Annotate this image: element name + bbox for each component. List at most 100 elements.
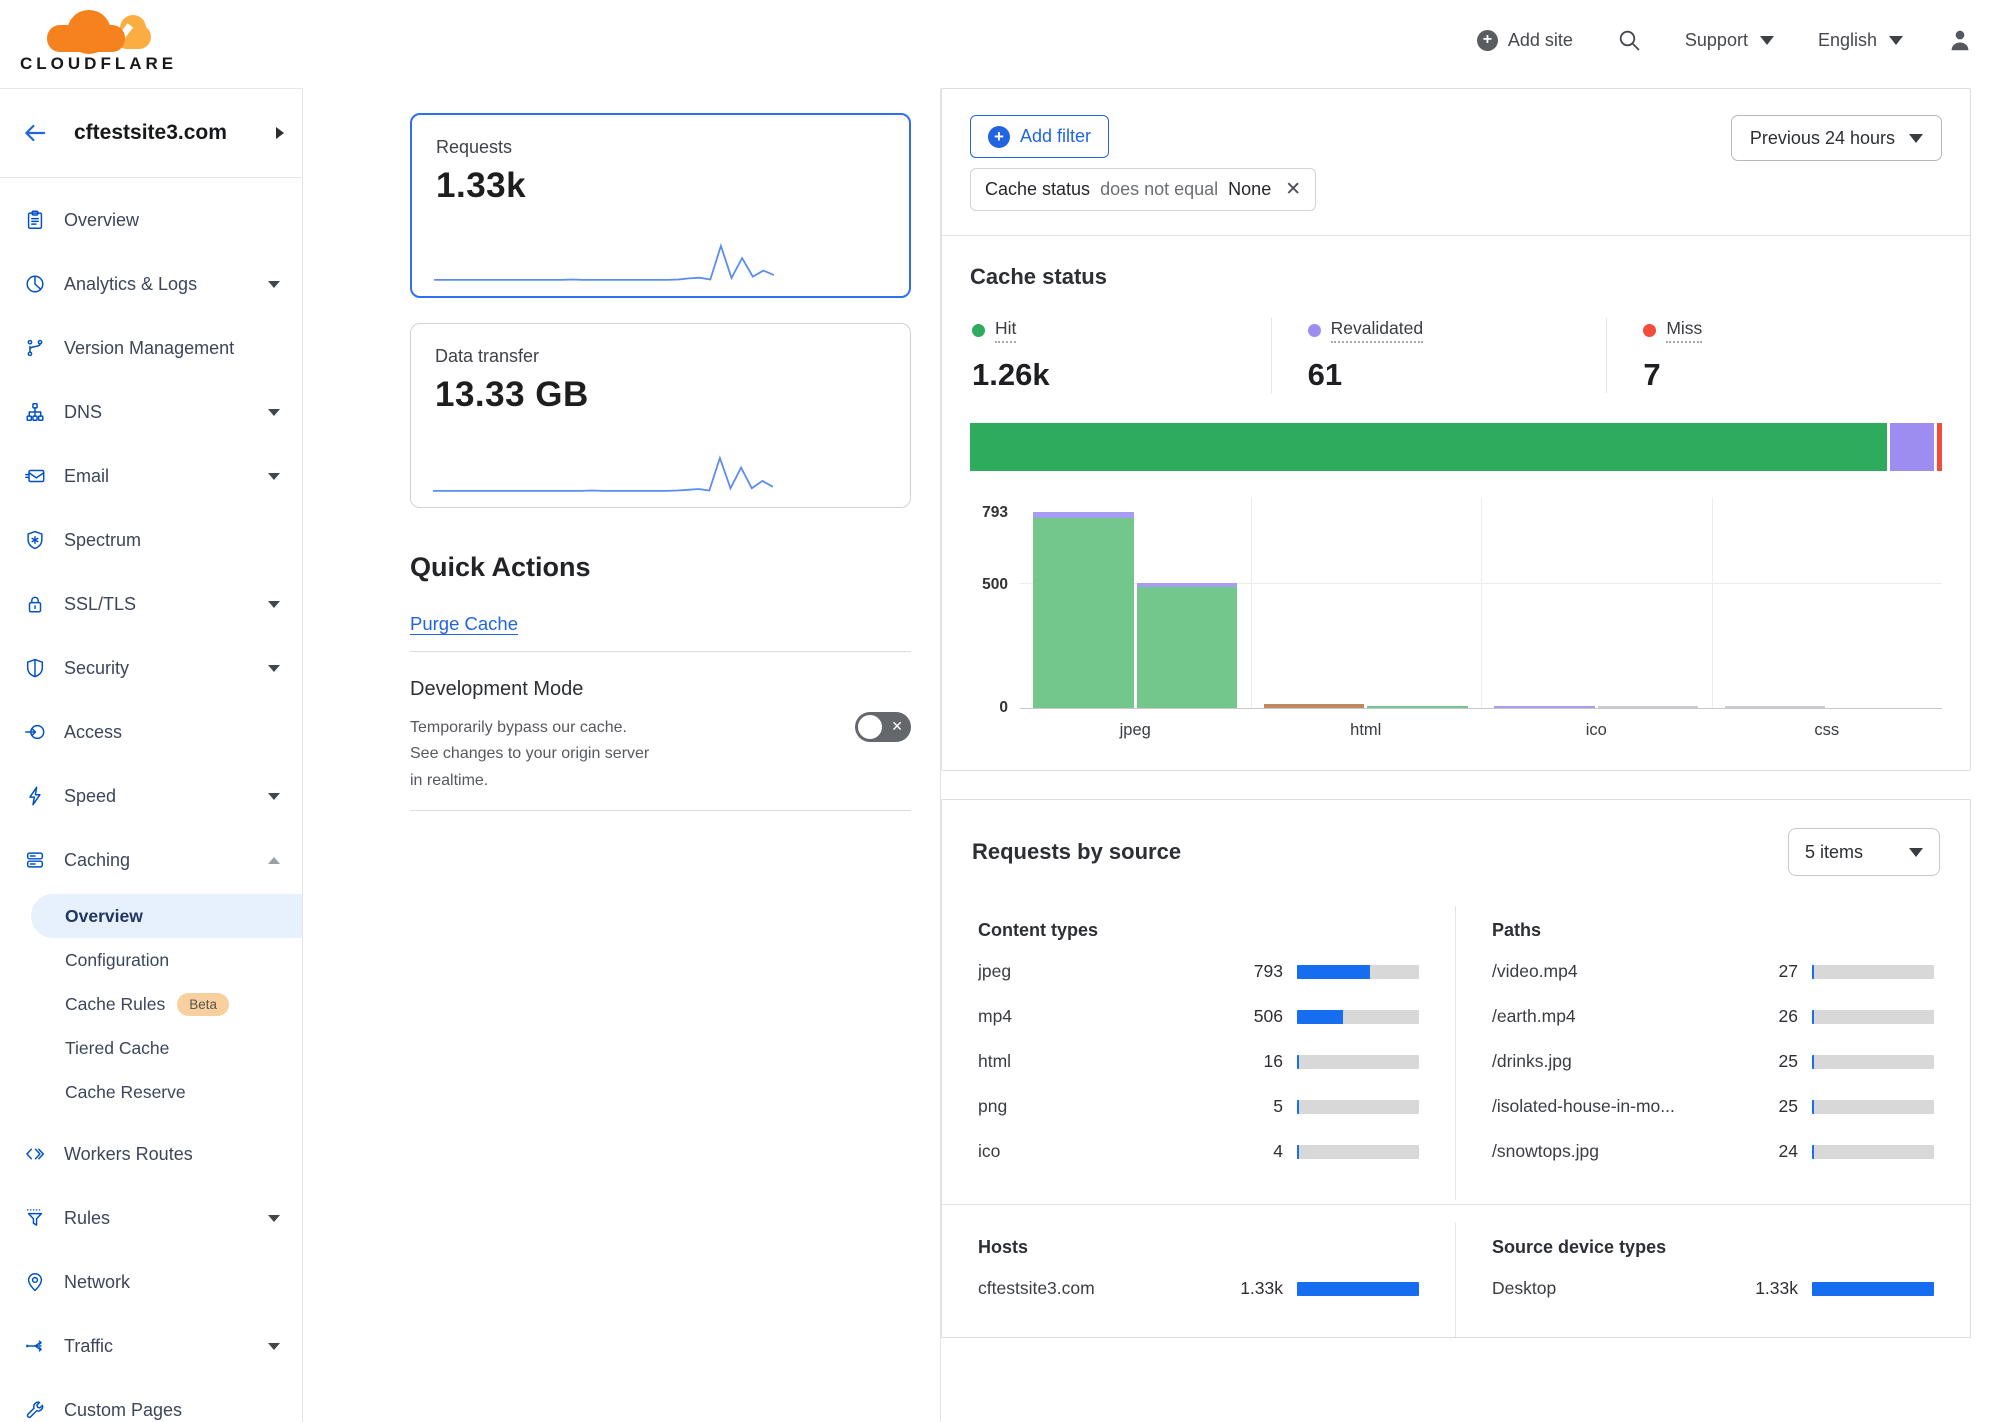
- back-arrow-icon[interactable]: [22, 120, 48, 146]
- row-bar-fill: [1297, 1055, 1299, 1069]
- sidebar-item-ssl-tls[interactable]: SSL/TLS: [0, 572, 302, 636]
- remove-filter-icon[interactable]: ✕: [1285, 178, 1301, 201]
- table-row: jpeg793: [978, 949, 1419, 994]
- cache-status-title: Cache status: [970, 264, 1942, 290]
- row-bar-track: [1812, 1282, 1934, 1296]
- pie-chart-icon: [24, 273, 64, 295]
- source-device-types-section: Source device types Desktop1.33k: [1456, 1223, 1970, 1337]
- row-label: png: [978, 1096, 1219, 1117]
- stat-label-revalidated[interactable]: Revalidated: [1331, 318, 1423, 343]
- chevron-right-icon[interactable]: [276, 127, 284, 139]
- table-row: /isolated-house-in-mo...25: [1492, 1084, 1934, 1129]
- bar-segment-other: [1598, 706, 1699, 708]
- analytics-panel: + Add filter Cache status does not equal…: [941, 88, 1999, 1422]
- stat-label-hit[interactable]: Hit: [995, 318, 1016, 343]
- row-value: 25: [1734, 1051, 1798, 1072]
- sidebar-subitem-tiered-cache[interactable]: Tiered Cache: [31, 1026, 302, 1070]
- paths-title: Paths: [1492, 920, 1934, 941]
- sidebar-item-access[interactable]: Access: [0, 700, 302, 764]
- table-row: /snowtops.jpg24: [1492, 1129, 1934, 1174]
- sidebar-item-rules[interactable]: Rules: [0, 1186, 302, 1250]
- sidebar-item-label: Traffic: [64, 1336, 268, 1357]
- data-transfer-summary-card[interactable]: Data transfer 13.33 GB: [410, 323, 911, 508]
- table-row: ico4: [978, 1129, 1419, 1174]
- sidebar-item-network[interactable]: Network: [0, 1250, 302, 1314]
- content-types-section: Content types jpeg793mp4506html16png5ico…: [942, 906, 1456, 1200]
- site-selector[interactable]: cftestsite3.com: [0, 89, 302, 178]
- row-label: jpeg: [978, 961, 1219, 982]
- sidebar-item-analytics-logs[interactable]: Analytics & Logs: [0, 252, 302, 316]
- access-icon: [24, 721, 64, 743]
- row-value: 1.33k: [1219, 1278, 1283, 1299]
- row-value: 4: [1219, 1141, 1283, 1162]
- row-label: Desktop: [1492, 1278, 1734, 1299]
- sidebar-subitem-configuration[interactable]: Configuration: [31, 938, 302, 982]
- sidebar-item-speed[interactable]: Speed: [0, 764, 302, 828]
- requests-card-value: 1.33k: [436, 166, 885, 206]
- email-icon: [24, 465, 64, 487]
- development-mode-section: Development Mode Temporarily bypass our …: [410, 678, 911, 794]
- stacked-segment-miss: [1937, 423, 1942, 471]
- requests-summary-card[interactable]: Requests 1.33k: [410, 113, 911, 298]
- table-row: /video.mp427: [1492, 949, 1934, 994]
- chevron-down-icon: [268, 1215, 280, 1222]
- user-account-icon[interactable]: [1947, 27, 1973, 53]
- sidebar-item-label: Speed: [64, 786, 268, 807]
- cache-status-stats: Hit1.26kRevalidated61Miss7: [970, 318, 1942, 393]
- sidebar-item-custom-pages[interactable]: Custom Pages: [0, 1378, 302, 1422]
- stacked-segment-revalidated: [1890, 423, 1934, 471]
- sidebar-item-label: Rules: [64, 1208, 268, 1229]
- search-icon[interactable]: [1617, 28, 1641, 52]
- bar-mp4: [1137, 583, 1238, 708]
- sidebar-item-spectrum[interactable]: Spectrum: [0, 508, 302, 572]
- hosts-title: Hosts: [978, 1237, 1419, 1258]
- items-count-dropdown[interactable]: 5 items: [1788, 828, 1940, 876]
- language-menu[interactable]: English: [1818, 30, 1903, 51]
- toggle-knob: [858, 715, 882, 739]
- top-navigation-bar: CLOUDFLARE + Add site Support English: [0, 0, 1999, 88]
- purge-cache-link[interactable]: Purge Cache: [410, 613, 518, 635]
- time-range-dropdown[interactable]: Previous 24 hours: [1731, 115, 1942, 161]
- row-bar-fill: [1812, 965, 1814, 979]
- wrench-icon: [24, 1399, 64, 1421]
- row-bar-track: [1297, 965, 1419, 979]
- cache-status-bar-chart: 7935000: [970, 513, 1942, 709]
- quick-actions-title: Quick Actions: [410, 552, 911, 583]
- stat-label-miss[interactable]: Miss: [1666, 318, 1702, 343]
- row-bar-track: [1812, 1100, 1934, 1114]
- sidebar-subitem-cache-rules[interactable]: Cache RulesBeta: [31, 982, 302, 1026]
- sidebar-item-traffic[interactable]: Traffic: [0, 1314, 302, 1378]
- row-label: cftestsite3.com: [978, 1278, 1219, 1299]
- sidebar-subitem-cache-reserve[interactable]: Cache Reserve: [31, 1070, 302, 1114]
- sidebar-item-dns[interactable]: DNS: [0, 380, 302, 444]
- sidebar-item-overview[interactable]: Overview: [0, 188, 302, 252]
- sidebar-item-label: Network: [64, 1272, 280, 1293]
- row-bar-track: [1297, 1055, 1419, 1069]
- support-menu[interactable]: Support: [1685, 30, 1774, 51]
- filter-field: Cache status: [985, 179, 1090, 200]
- add-filter-button[interactable]: + Add filter: [970, 115, 1109, 158]
- cache-status-filter-chip[interactable]: Cache status does not equal None ✕: [970, 168, 1316, 211]
- sidebar-item-caching[interactable]: Caching: [0, 828, 302, 892]
- table-row: html16: [978, 1039, 1419, 1084]
- sidebar-subitem-label: Cache Rules: [65, 994, 165, 1015]
- row-bar-track: [1297, 1100, 1419, 1114]
- add-site-button[interactable]: + Add site: [1477, 30, 1573, 51]
- sidebar-item-security[interactable]: Security: [0, 636, 302, 700]
- cloudflare-logo[interactable]: CLOUDFLARE: [20, 10, 177, 74]
- row-bar-track: [1297, 1282, 1419, 1296]
- sidebar-item-email[interactable]: Email: [0, 444, 302, 508]
- table-row: mp4506: [978, 994, 1419, 1039]
- divider: [410, 810, 911, 811]
- sidebar-item-label: Custom Pages: [64, 1400, 280, 1421]
- development-mode-toggle[interactable]: ✕: [855, 712, 911, 742]
- stat-value-hit: 1.26k: [972, 357, 1271, 393]
- row-value: 27: [1734, 961, 1798, 982]
- y-tick-0: 0: [999, 699, 1008, 717]
- sidebar-subitem-overview[interactable]: Overview: [31, 894, 302, 938]
- spectrum-shield-icon: [24, 529, 64, 551]
- chevron-down-icon: [268, 1343, 280, 1350]
- sidebar-item-version-management[interactable]: Version Management: [0, 316, 302, 380]
- sidebar-item-workers-routes[interactable]: Workers Routes: [0, 1122, 302, 1186]
- sidebar-item-label: Caching: [64, 850, 268, 871]
